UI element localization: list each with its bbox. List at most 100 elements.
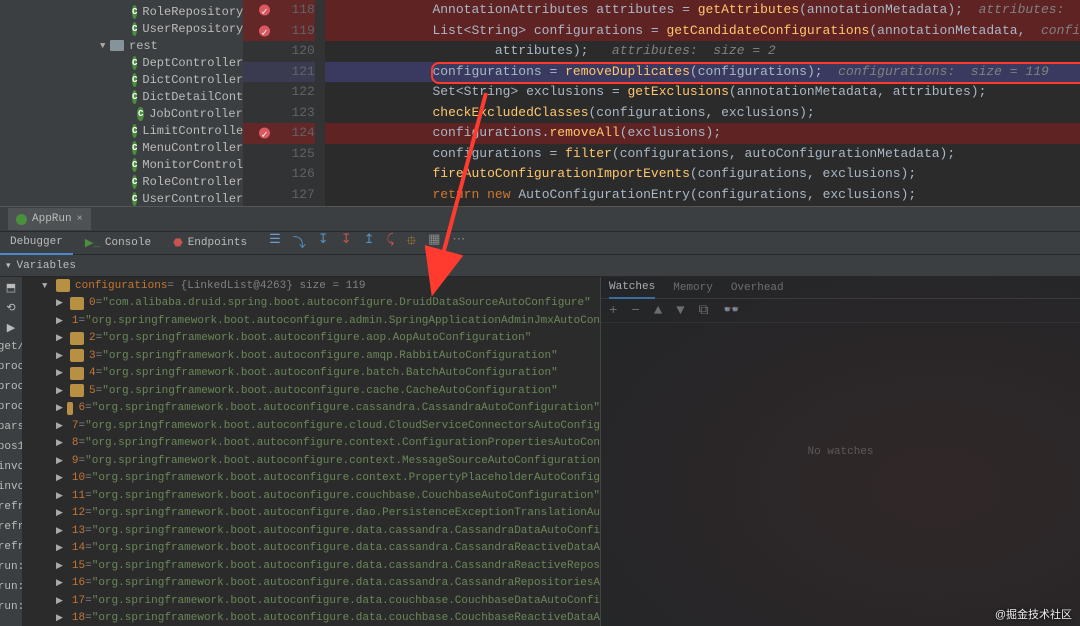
line-number[interactable]: 118 (243, 0, 315, 21)
chevron-right-icon[interactable]: ▶ (56, 543, 63, 553)
tab-console[interactable]: ▶_ Console (75, 231, 161, 255)
chevron-right-icon[interactable]: ▶ (56, 526, 63, 536)
watches-panel[interactable]: Watches Memory Overhead + − ▲ ▼ ⧉ 👓 No w… (600, 277, 1080, 626)
project-tree-item[interactable]: CUserRepository (0, 20, 243, 37)
project-tree-item[interactable]: CMenuController (0, 139, 243, 156)
variables-panel[interactable]: ▼configurations = {LinkedList@4263} size… (22, 277, 600, 626)
code-line[interactable]: configurations = filter(configurations, … (325, 144, 1080, 165)
line-number[interactable]: 119 (243, 21, 315, 42)
project-tree-item[interactable]: CDeptController (0, 54, 243, 71)
variable-item[interactable]: ▶8 = "org.springframework.boot.autoconfi… (22, 435, 600, 453)
project-tree-item[interactable]: CRoleRepository (0, 3, 243, 20)
tab-endpoints[interactable]: ⬣ Endpoints (163, 231, 257, 255)
chevron-right-icon[interactable]: ▶ (56, 298, 66, 308)
chevron-icon[interactable]: ▼ (100, 41, 110, 51)
chevron-right-icon[interactable]: ▶ (56, 613, 63, 623)
variable-item[interactable]: ▶3 = "org.springframework.boot.autoconfi… (22, 347, 600, 365)
variable-item[interactable]: ▶7 = "org.springframework.boot.autoconfi… (22, 417, 600, 435)
debugger-tabs[interactable]: Debugger ▶_ Console ⬣ Endpoints ☰ ⤵ ↧ ↧ … (0, 231, 1080, 255)
chevron-right-icon[interactable]: ▶ (56, 421, 63, 431)
variable-item[interactable]: ▶10 = "org.springframework.boot.autoconf… (22, 470, 600, 488)
variable-item[interactable]: ▶15 = "org.springframework.boot.autoconf… (22, 557, 600, 575)
force-step-into-icon[interactable]: ↧ (341, 232, 352, 254)
chevron-right-icon[interactable]: ▶ (56, 596, 63, 606)
line-number[interactable]: 122 (243, 82, 315, 103)
evaluate-icon[interactable]: ▦ (428, 232, 440, 254)
remove-watch-icon[interactable]: − (631, 303, 639, 319)
watches-tabs[interactable]: Watches Memory Overhead (601, 277, 1080, 299)
run-to-cursor-icon[interactable]: ⯐ (406, 232, 416, 254)
code-line[interactable]: List<String> configurations = getCandida… (325, 21, 1080, 42)
down-icon[interactable]: ▼ (676, 303, 684, 319)
project-tree-item[interactable]: ▼rest (0, 37, 243, 54)
chevron-right-icon[interactable]: ▶ (56, 351, 66, 361)
chevron-right-icon[interactable]: ▶ (56, 508, 63, 518)
project-tree-item[interactable]: CDictDetailController (0, 88, 243, 105)
chevron-right-icon[interactable]: ▶ (56, 456, 63, 466)
add-watch-icon[interactable]: + (609, 303, 617, 319)
chevron-right-icon[interactable]: ▶ (56, 368, 66, 378)
variable-item[interactable]: ▶18 = "org.springframework.boot.autoconf… (22, 610, 600, 626)
variable-item[interactable]: ▶12 = "org.springframework.boot.autoconf… (22, 505, 600, 523)
variable-item[interactable]: ▶9 = "org.springframework.boot.autoconfi… (22, 452, 600, 470)
frame-stack-item[interactable]: ⬒ (4, 281, 18, 297)
code-editor[interactable]: 118119120121122123124125126127 Annotatio… (243, 0, 1080, 206)
chevron-down-icon[interactable]: ▾ (6, 261, 11, 271)
chevron-right-icon[interactable]: ▶ (56, 473, 63, 483)
step-out-icon[interactable]: ↥ (364, 232, 375, 254)
project-tree-item[interactable]: CMonitorController (0, 156, 243, 173)
chevron-right-icon[interactable]: ▶ (56, 578, 63, 588)
run-tab[interactable]: AppRun × (8, 208, 91, 230)
variable-item[interactable]: ▶17 = "org.springframework.boot.autoconf… (22, 592, 600, 610)
variable-item[interactable]: ▶2 = "org.springframework.boot.autoconfi… (22, 330, 600, 348)
debug-toolbar[interactable]: ☰ ⤵ ↧ ↧ ↥ ⤹ ⯐ ▦ ⋯ (269, 232, 465, 254)
project-tree-item[interactable]: CUserController (0, 190, 243, 206)
code-line[interactable]: checkExcludedClasses(configurations, exc… (325, 103, 1080, 124)
chevron-right-icon[interactable]: ▶ (56, 403, 63, 413)
tab-debugger[interactable]: Debugger (0, 231, 73, 255)
tab-memory[interactable]: Memory (673, 282, 713, 294)
frame-stack-item[interactable]: ▶ (5, 321, 17, 337)
breakpoint-icon[interactable] (259, 5, 270, 16)
line-number[interactable]: 125 (243, 144, 315, 165)
line-number[interactable]: 123 (243, 103, 315, 124)
glasses-icon[interactable]: 👓 (723, 302, 740, 319)
up-icon[interactable]: ▲ (654, 303, 662, 319)
variable-item[interactable]: ▶16 = "org.springframework.boot.autoconf… (22, 575, 600, 593)
variable-item[interactable]: ▶5 = "org.springframework.boot.autoconfi… (22, 382, 600, 400)
drop-frame-icon[interactable]: ⤹ (387, 232, 395, 254)
chevron-right-icon[interactable]: ▶ (56, 491, 63, 501)
variable-item[interactable]: ▶6 = "org.springframework.boot.autoconfi… (22, 400, 600, 418)
debugger-side-toolbar[interactable]: ⬒⟲▶get/procprocprocparspos1invoinvorefrr… (0, 277, 22, 626)
line-number[interactable]: 120 (243, 41, 315, 62)
copy-icon[interactable]: ⧉ (699, 303, 709, 319)
line-number[interactable]: 124 (243, 123, 315, 144)
code-line[interactable]: Set<String> exclusions = getExclusions(a… (325, 82, 1080, 103)
project-tree-item[interactable]: CLimitController (0, 122, 243, 139)
variable-item[interactable]: ▶14 = "org.springframework.boot.autoconf… (22, 540, 600, 558)
variable-item[interactable]: ▶1 = "org.springframework.boot.autoconfi… (22, 312, 600, 330)
layout-icon[interactable]: ☰ (269, 232, 281, 254)
tool-window-tabs[interactable]: AppRun × (0, 207, 1080, 231)
code-line[interactable]: return new AutoConfigurationEntry(config… (325, 185, 1080, 206)
project-tree-item[interactable]: CRoleController (0, 173, 243, 190)
close-icon[interactable]: × (77, 214, 83, 225)
step-over-icon[interactable]: ⤵ (293, 232, 306, 254)
line-number[interactable]: 126 (243, 164, 315, 185)
chevron-right-icon[interactable]: ▶ (56, 333, 66, 343)
watches-toolbar[interactable]: + − ▲ ▼ ⧉ 👓 (601, 299, 1080, 323)
chevron-right-icon[interactable]: ▶ (56, 561, 63, 571)
line-number[interactable]: 127 (243, 185, 315, 206)
variable-item[interactable]: ▶13 = "org.springframework.boot.autoconf… (22, 522, 600, 540)
frame-stack-item[interactable]: ⟲ (4, 301, 17, 317)
chevron-right-icon[interactable]: ▶ (56, 438, 63, 448)
variable-item[interactable]: ▶4 = "org.springframework.boot.autoconfi… (22, 365, 600, 383)
chevron-down-icon[interactable]: ▼ (42, 281, 52, 291)
code-line[interactable]: AnnotationAttributes attributes = getAtt… (325, 0, 1080, 21)
code-line[interactable]: attributes); attributes: size = 2 (325, 41, 1080, 62)
more-icon[interactable]: ⋯ (452, 232, 465, 254)
breakpoint-icon[interactable] (259, 128, 270, 139)
project-tree[interactable]: CRoleRepositoryCUserRepository▼restCDept… (0, 0, 243, 206)
variables-header[interactable]: ▾ Variables (0, 255, 1080, 277)
project-tree-item[interactable]: CDictController (0, 71, 243, 88)
